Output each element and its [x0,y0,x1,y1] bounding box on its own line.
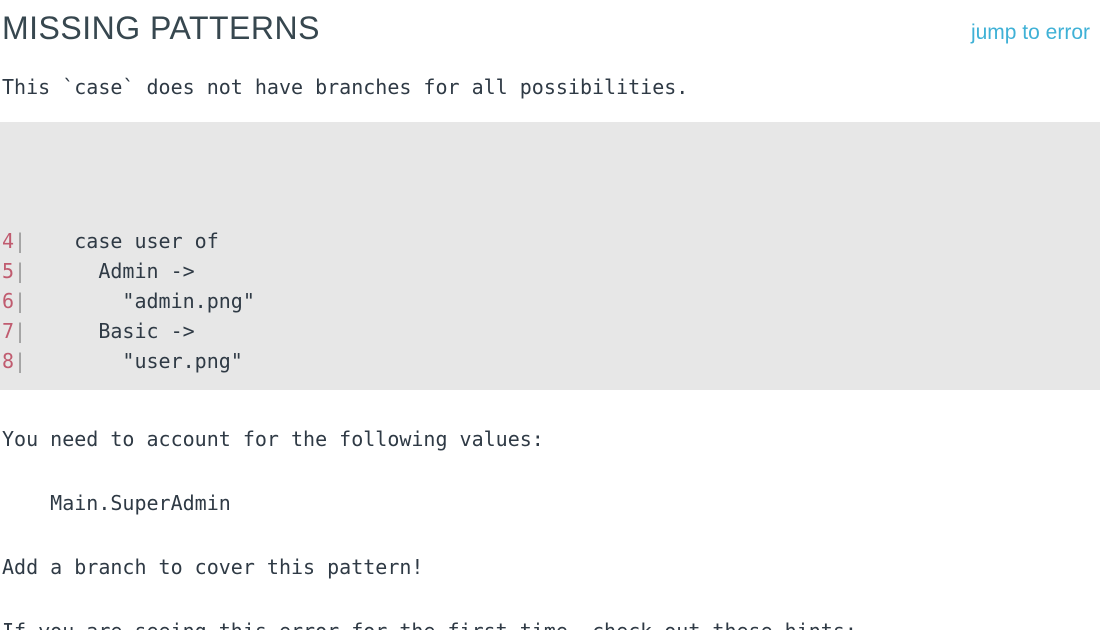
line-number: 7 [2,319,14,343]
missing-pattern-value: Main.SuperAdmin [0,488,1100,518]
add-branch-message: Add a branch to cover this pattern! [0,552,1100,582]
code-text: "admin.png" [26,286,255,316]
code-text: Admin -> [26,256,195,286]
need-account-message: You need to account for the following va… [0,424,1100,454]
line-number: 6 [2,289,14,313]
header: MISSING PATTERNS jump to error [0,0,1100,54]
hint-intro: If you are seeing this error for the fir… [0,616,1100,630]
code-text: Basic -> [26,316,195,346]
code-line: 6| "admin.png" [2,286,1100,316]
error-panel: MISSING PATTERNS jump to error This `cas… [0,0,1100,630]
code-line: 4| case user of [2,226,1100,256]
intro-message: This `case` does not have branches for a… [0,72,1100,102]
line-gutter: 6| [2,286,26,316]
line-gutter: 7| [2,316,26,346]
line-gutter: 4| [2,226,26,256]
line-number: 4 [2,229,14,253]
jump-to-error-link[interactable]: jump to error [971,17,1090,49]
code-text: case user of [26,226,219,256]
line-gutter: 8| [2,346,26,376]
code-line: 7| Basic -> [2,316,1100,346]
code-line: 8| "user.png" [2,346,1100,376]
line-number: 8 [2,349,14,373]
code-text: "user.png" [26,346,243,376]
line-gutter: 5| [2,256,26,286]
line-number: 5 [2,259,14,283]
code-line: 5| Admin -> [2,256,1100,286]
error-title: MISSING PATTERNS [2,4,320,52]
code-snippet: 4| case user of5| Admin ->6| "admin.png"… [0,122,1100,390]
